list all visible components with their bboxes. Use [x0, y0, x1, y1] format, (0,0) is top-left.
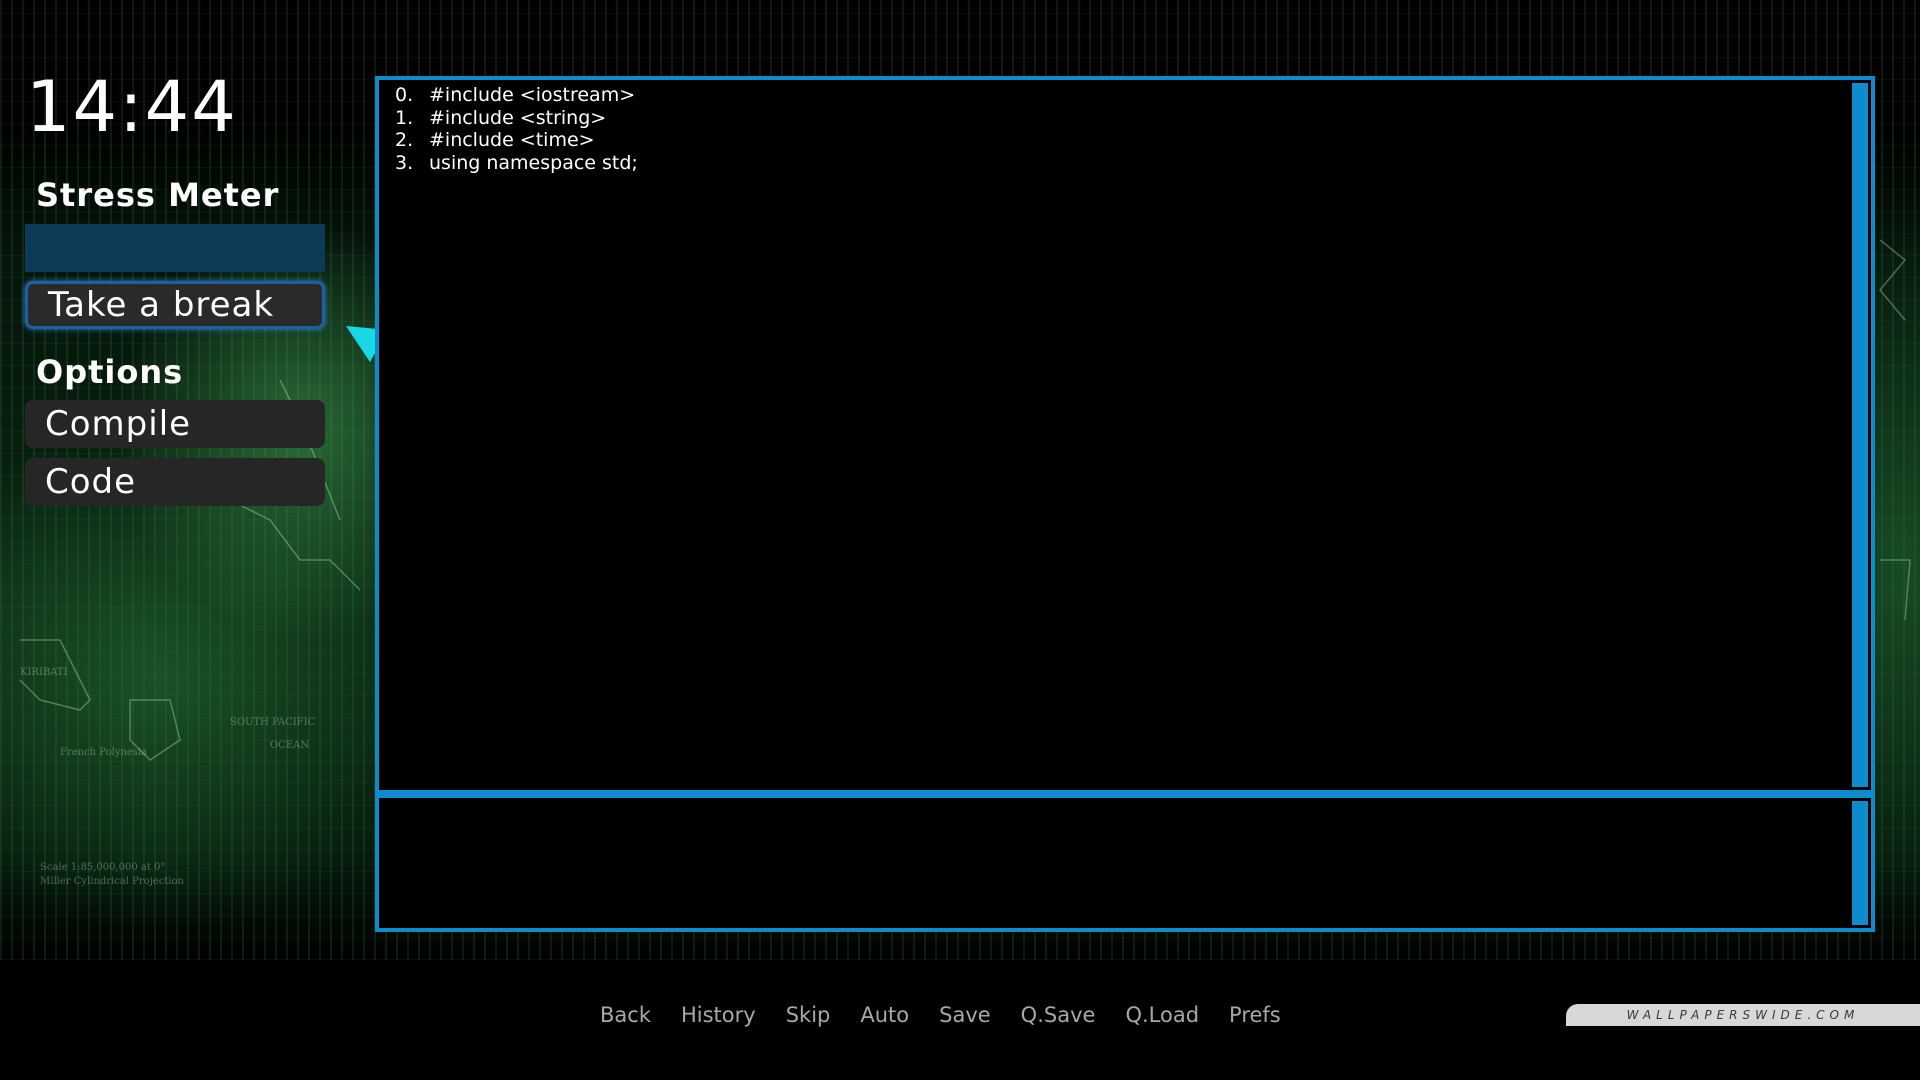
take-a-break-button[interactable]: Take a break	[25, 281, 325, 329]
code-lines: 0. #include <iostream> 1. #include <string…	[395, 84, 638, 174]
code-line: 0. #include <iostream>	[395, 84, 638, 107]
line-number: 1.	[395, 106, 414, 129]
line-number: 0.	[395, 84, 414, 106]
stress-meter-title: Stress Meter	[36, 176, 280, 214]
quick-menu-prefs[interactable]: Prefs	[1229, 1000, 1281, 1030]
stress-meter-bar	[25, 224, 325, 272]
svg-text:SOUTH PACIFIC: SOUTH PACIFIC	[230, 717, 316, 728]
svg-text:OCEAN: OCEAN	[270, 740, 309, 751]
input-scrollbar[interactable]	[1852, 801, 1868, 925]
quick-menu-qsave[interactable]: Q.Save	[1021, 1000, 1096, 1030]
svg-text:French Polynesia: French Polynesia	[60, 747, 147, 758]
options-title: Options	[36, 353, 184, 391]
line-text: #include <time>	[429, 129, 595, 151]
clock-display: 14:44	[26, 66, 238, 148]
quick-menu-skip[interactable]: Skip	[786, 1000, 831, 1030]
line-text: using namespace std;	[429, 151, 638, 174]
wallpaper-watermark: WALLPAPERSWIDE.COM	[1566, 1004, 1920, 1026]
quick-menu-auto[interactable]: Auto	[860, 1000, 909, 1030]
line-number: 3.	[395, 151, 414, 174]
code-editor-panel[interactable]: 0. #include <iostream> 1. #include <string…	[375, 76, 1875, 794]
quick-menu-history[interactable]: History	[681, 1000, 756, 1030]
quick-menu-save[interactable]: Save	[939, 1000, 991, 1030]
svg-text:Miller Cylindrical Projection: Miller Cylindrical Projection	[40, 876, 185, 887]
line-text: #include <string>	[429, 106, 607, 129]
code-line: 1. #include <string>	[395, 107, 638, 130]
line-text: #include <iostream>	[429, 84, 636, 106]
quick-menu-back[interactable]: Back	[600, 1000, 651, 1030]
code-line: 2. #include <time>	[395, 129, 638, 152]
game-screen: KIRIBATI SOUTH PACIFIC OCEAN French Poly…	[0, 0, 1920, 1080]
code-input-box[interactable]	[375, 794, 1875, 932]
svg-text:Scale 1:85,000,000 at 0°: Scale 1:85,000,000 at 0°	[40, 862, 165, 873]
quick-menu-qload[interactable]: Q.Load	[1125, 1000, 1199, 1030]
editor-scrollbar[interactable]	[1852, 83, 1868, 787]
code-line: 3. using namespace std;	[395, 152, 638, 175]
line-number: 2.	[395, 129, 414, 151]
compile-button[interactable]: Compile	[25, 400, 325, 448]
code-button[interactable]: Code	[25, 458, 325, 506]
svg-text:KIRIBATI: KIRIBATI	[20, 667, 68, 678]
quick-menu: Back History Skip Auto Save Q.Save Q.Loa…	[600, 1000, 1281, 1030]
